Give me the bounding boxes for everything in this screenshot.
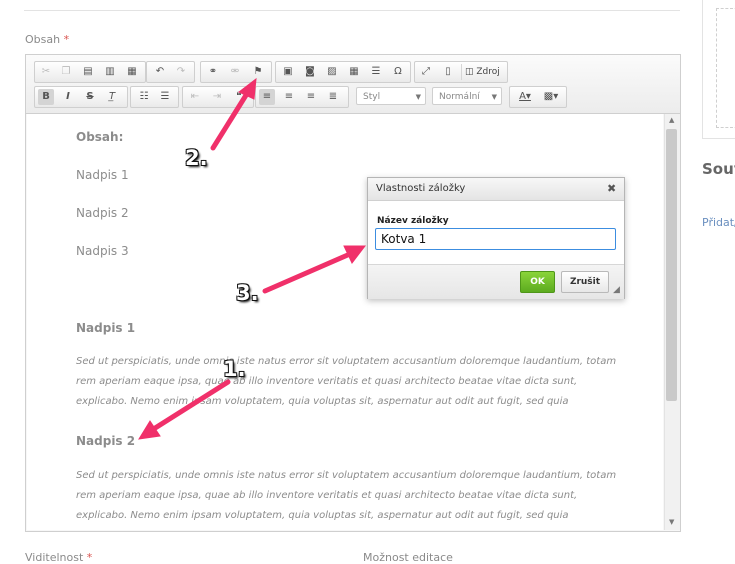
flash-icon[interactable]: ◙ [302, 64, 318, 80]
chevron-down-icon: ▼ [415, 93, 421, 101]
color-group: A▾ ▩▾ [509, 86, 567, 108]
annotation-step-1: 1. [223, 357, 246, 381]
align-group: ≡ ≡ ≡ ≣ [255, 86, 349, 108]
strike-icon[interactable]: S [82, 89, 98, 105]
paragraph-1: Sed ut perspiciatis, unde omnis iste nat… [76, 352, 621, 412]
bullet-list-icon[interactable]: ☰ [157, 89, 173, 105]
cut-icon[interactable]: ✂ [38, 64, 54, 80]
align-left-icon[interactable]: ≡ [259, 89, 275, 105]
special-char-icon[interactable]: Ω [390, 64, 406, 80]
editable-label: Možnost editace [363, 551, 453, 564]
format-combo[interactable]: Normální ▼ [432, 87, 502, 105]
align-right-icon[interactable]: ≡ [303, 89, 319, 105]
scroll-up-icon[interactable]: ▲ [669, 116, 674, 124]
form-top-border [24, 0, 680, 11]
link-group: ⚭ ⚮ ⚑ [200, 61, 272, 83]
heading-1: Nadpis 1 [76, 321, 136, 335]
format-combo-label: Normální [439, 92, 480, 102]
source-button[interactable]: ◫ Zdroj [461, 64, 505, 80]
bold-icon[interactable]: B [38, 89, 54, 105]
redo-icon[interactable]: ↷ [173, 64, 189, 80]
visibility-label: Viditelnost [25, 551, 84, 564]
side-add-link[interactable]: Přidat/ [702, 216, 735, 229]
show-blocks-icon[interactable]: ▯ [440, 64, 456, 80]
heading-2: Nadpis 2 [76, 434, 136, 448]
paste-icon[interactable]: ▤ [80, 64, 96, 80]
chevron-down-icon: ▼ [491, 93, 497, 101]
source-icon: ◫ [465, 67, 474, 77]
side-panel-dropzone[interactable] [716, 8, 735, 128]
image-icon[interactable]: ▨ [324, 64, 340, 80]
undo-icon[interactable]: ↶ [152, 64, 168, 80]
content-label: Obsah [25, 33, 61, 46]
italic-icon[interactable]: I [60, 89, 76, 105]
link-icon[interactable]: ⚭ [205, 64, 221, 80]
bookmark-name-input[interactable] [375, 228, 616, 250]
resize-handle-icon[interactable]: ◢ [613, 285, 620, 295]
content-label-row: Obsah * [25, 33, 69, 46]
anchor-flag-icon[interactable]: ⚑ [250, 64, 266, 80]
toc-item: Nadpis 3 [76, 244, 129, 258]
copy-icon[interactable]: ❐ [58, 64, 74, 80]
annotation-step-2: 2. [185, 146, 208, 170]
paste-text-icon[interactable]: ▥ [102, 64, 118, 80]
table-icon[interactable]: ▦ [346, 64, 362, 80]
numbered-list-icon[interactable]: ☷ [136, 89, 152, 105]
insert-group: ▣ ◙ ▨ ▦ ☰ Ω [275, 61, 411, 83]
horizontal-rule-icon[interactable]: ☰ [368, 64, 384, 80]
indent-icon[interactable]: ⇥ [209, 89, 225, 105]
paragraph-line: Sed ut perspiciatis, unde omnis iste nat… [76, 356, 617, 367]
form-icon[interactable]: ▣ [280, 64, 296, 80]
unlink-icon[interactable]: ⚮ [227, 64, 243, 80]
maximize-icon[interactable]: ⤢ [418, 64, 434, 80]
paragraph-line: rem aperiam eaque ipsa, quae ab illo inv… [76, 490, 578, 501]
style-combo-label: Styl [363, 92, 381, 102]
paragraph-line: explicabo. Nemo enim ipsam voluptatem, q… [76, 396, 569, 407]
list-group: ☷ ☰ [130, 86, 179, 108]
align-center-icon[interactable]: ≡ [281, 89, 297, 105]
basic-style-group: B I S T̲ [34, 86, 128, 108]
scrollbar-thumb[interactable] [666, 129, 677, 401]
text-color-icon[interactable]: A▾ [513, 89, 537, 105]
paragraph-line: rem aperiam eaque ipsa, quae ab illo inv… [76, 376, 578, 387]
paragraph-line: Sed ut perspiciatis, unde omnis iste nat… [76, 470, 617, 481]
cancel-button[interactable]: Zrušit [561, 271, 609, 293]
bg-color-icon[interactable]: ▩▾ [539, 89, 563, 105]
outdent-icon[interactable]: ⇤ [187, 89, 203, 105]
paragraph-line: explicabo. Nemo enim ipsam voluptatem, q… [76, 510, 569, 521]
dialog-title: Vlastnosti záložky [376, 183, 466, 194]
scroll-down-icon[interactable]: ▼ [669, 518, 674, 526]
justify-icon[interactable]: ≣ [325, 89, 341, 105]
ok-button[interactable]: OK [520, 271, 555, 293]
close-icon[interactable]: ✖ [607, 182, 616, 195]
toc-title: Obsah: [76, 130, 124, 144]
toc-item: Nadpis 2 [76, 206, 129, 220]
indent-group: ⇤ ⇥ ❝ [182, 86, 254, 108]
annotation-step-3: 3. [236, 281, 259, 305]
required-mark: * [63, 33, 70, 46]
paragraph-2: Sed ut perspiciatis, unde omnis iste nat… [76, 466, 621, 526]
bookmark-name-label: Název záložky [377, 216, 449, 226]
paste-word-icon[interactable]: ▦ [124, 64, 140, 80]
editor-toolbar: ✂ ❐ ▤ ▥ ▦ ↶ ↷ ⚭ ⚮ ⚑ ▣ ◙ ▨ ▦ ☰ Ω ⤢ ▯ ◫ Zd… [26, 55, 680, 114]
visibility-label-row: Viditelnost * [25, 551, 92, 564]
side-section-title: Souv [702, 160, 735, 178]
style-combo[interactable]: Styl ▼ [356, 87, 426, 105]
view-group: ⤢ ▯ ◫ Zdroj [414, 61, 508, 83]
history-group: ↶ ↷ [146, 61, 195, 83]
source-label: Zdroj [476, 67, 500, 77]
blockquote-icon[interactable]: ❝ [231, 89, 247, 105]
toc-item: Nadpis 1 [76, 168, 129, 182]
clipboard-group: ✂ ❐ ▤ ▥ ▦ [34, 61, 146, 83]
required-mark: * [86, 551, 93, 564]
bookmark-dialog: Vlastnosti záložky ✖ Název záložky OK Zr… [367, 177, 625, 299]
remove-format-icon[interactable]: T̲ [104, 89, 120, 105]
